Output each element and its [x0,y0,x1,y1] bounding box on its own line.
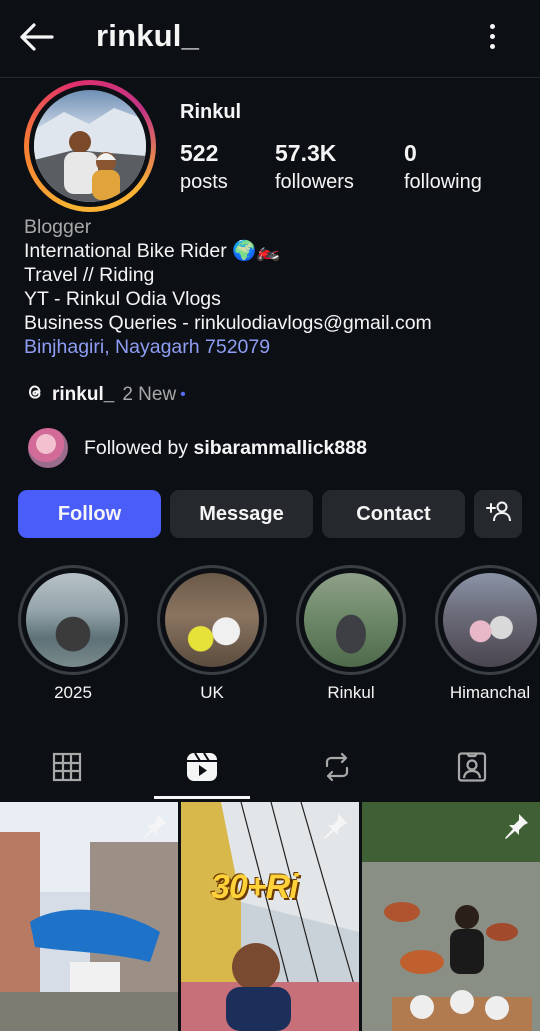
contact-button[interactable]: Contact [322,490,465,538]
highlight-label: Rinkul [327,683,375,702]
add-person-icon [485,500,511,528]
follow-button[interactable]: Follow [18,490,161,538]
highlight-label: UK [200,683,224,702]
threads-new-count: 2 New [122,384,177,405]
tab-grid[interactable] [19,738,115,800]
grid-icon [52,752,82,787]
profile-tabs [0,738,540,800]
followed-by-text: Followed by sibarammallick888 [84,436,367,459]
posts-label: posts [180,171,228,193]
highlight-label: 2025 [54,683,92,702]
bio-category: Blogger [24,216,92,238]
add-person-button[interactable] [474,490,522,538]
story-highlight[interactable]: UK [157,565,267,703]
active-tab-indicator [154,796,250,799]
threads-icon [24,381,46,409]
threads-handle: rinkul_ [52,384,115,405]
followers-label: followers [275,171,354,193]
profile-avatar[interactable] [24,80,156,212]
reel-overlay-text: 30+Ri [211,868,299,906]
story-highlight[interactable]: 2025 [18,565,128,703]
threads-new-dot: • [180,386,186,403]
pinned-icon [321,812,349,840]
profile-username: rinkul_ [96,18,200,53]
threads-badge[interactable]: rinkul_ 2 New • [24,382,186,408]
reels-grid: 30+Ri [0,802,540,1031]
tagged-icon [455,750,489,789]
display-name: Rinkul [180,101,242,123]
followers-stat[interactable]: 57.3K followers [275,140,354,194]
reels-icon [185,751,219,788]
top-bar: rinkul_ [0,0,540,78]
bio-line: Travel // Riding [24,264,155,286]
story-highlight[interactable]: Rinkul [296,565,406,703]
profile-bio: Blogger International Bike Rider 🌍🏍️ Tra… [24,215,432,359]
highlight-cover [165,573,259,667]
pinned-icon [140,812,168,840]
highlight-label: Himanchal [449,683,531,702]
followers-count: 57.3K [275,140,337,166]
reel-thumbnail[interactable] [0,802,178,1031]
highlight-cover [443,573,537,667]
tab-reels[interactable] [154,738,250,800]
reel-thumbnail[interactable] [362,802,540,1031]
repost-icon [321,751,353,788]
following-count: 0 [404,140,417,166]
bio-line: International Bike Rider 🌍🏍️ [24,240,281,262]
following-stat[interactable]: 0 following [404,140,482,194]
pinned-icon [502,812,530,840]
posts-stat[interactable]: 522 posts [180,140,228,194]
more-vertical-icon[interactable] [480,22,504,52]
story-highlight[interactable]: Himanchal [435,565,540,703]
following-label: following [404,171,482,193]
highlight-cover [26,573,120,667]
bio-line: Business Queries - rinkulodiavlogs@gmail… [24,312,432,334]
tab-reposts[interactable] [289,738,385,800]
tab-tagged[interactable] [424,738,520,800]
mutual-follower-name: sibarammallick888 [193,436,367,459]
message-button[interactable]: Message [170,490,313,538]
bio-location-link[interactable]: Binjhagiri, Nayagarh 752079 [24,335,432,359]
bio-line: YT - Rinkul Odia Vlogs [24,288,221,310]
posts-count: 522 [180,140,219,166]
mutual-follower-avatar [26,426,70,470]
avatar-photo [34,90,146,202]
followed-by-row[interactable]: Followed by sibarammallick888 [26,426,367,470]
back-arrow-icon[interactable] [16,20,56,54]
reel-thumbnail[interactable]: 30+Ri [181,802,359,1031]
highlight-cover [304,573,398,667]
